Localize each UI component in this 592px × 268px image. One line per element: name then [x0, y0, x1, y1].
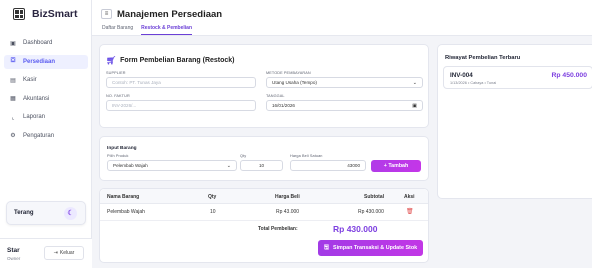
row-subtotal: Rp 430.000	[358, 209, 384, 215]
dashboard-icon: ▣	[10, 40, 16, 47]
sidebar-item-label: Laporan	[23, 114, 46, 120]
sidebar-item-akuntansi[interactable]: ▦ Akuntansi	[4, 92, 88, 106]
divider	[100, 220, 428, 221]
logout-icon: ⇥	[53, 250, 58, 256]
sidebar-item-label: Kasir	[23, 77, 37, 83]
brand[interactable]: BizSmart	[13, 8, 78, 20]
column-header: Subtotal	[364, 194, 384, 200]
table-header: Nama Barang Qty Harga Beli Subtotal Aksi	[100, 189, 428, 204]
invoice-placeholder: INV-2026/...	[112, 103, 137, 108]
row-item-name: Pelembab Wajah	[107, 209, 145, 215]
sidebar-item-pengaturan[interactable]: ⚙ Pengaturan	[4, 129, 88, 143]
supplier-placeholder: Contoh: PT. Tunas Jaya	[112, 80, 161, 85]
sidebar-item-persediaan[interactable]: ⛋ Persediaan	[4, 54, 88, 69]
date-input[interactable]: 16/01/2026 ▣	[266, 100, 423, 111]
invoice-label: NO. FAKTUR	[106, 94, 130, 98]
purchase-form-card: 🛒︎ Form Pembelian Barang (Restock) SUPPL…	[99, 44, 429, 128]
theme-label: Terang	[14, 210, 34, 216]
sidebar-item-kasir[interactable]: ▤ Kasir	[4, 73, 88, 87]
payment-method-value: Utang Usaha (Tempo)	[272, 80, 317, 85]
qty-label: Qty	[240, 154, 247, 158]
qty-input[interactable]: 10	[240, 160, 283, 171]
row-price: Rp 43.000	[276, 209, 300, 215]
items-table-card: Nama Barang Qty Harga Beli Subtotal Aksi…	[99, 188, 429, 263]
sidebar-nav: ▣ Dashboard ⛋ Persediaan ▤ Kasir ▦ Akunt…	[4, 36, 88, 147]
history-meta: 1/13/2026 • Cahaya • Tunai	[450, 81, 497, 85]
payment-method-select[interactable]: Utang Usaha (Tempo) ⌄	[266, 77, 423, 88]
history-amount: Rp 450.000	[551, 72, 587, 79]
gear-icon: ⚙	[10, 133, 16, 139]
date-label: TANGGAL	[266, 94, 285, 98]
column-header: Harga Beli	[275, 194, 300, 200]
save-icon: 🖫	[323, 245, 329, 251]
qty-value: 10	[258, 163, 265, 168]
page-title: Manajemen Persediaan	[117, 9, 223, 20]
chevron-down-icon: ⌄	[412, 79, 417, 86]
price-input[interactable]: 43000	[290, 160, 366, 171]
grid-logo-icon	[13, 8, 25, 20]
sidebar-item-label: Dashboard	[23, 40, 53, 46]
column-header: Qty	[208, 194, 217, 200]
add-item-button[interactable]: + Tambah	[371, 160, 421, 172]
user-name: Star	[7, 247, 20, 254]
chevron-down-icon: ⌄	[226, 162, 231, 169]
logout-button[interactable]: ⇥ Keluar	[44, 246, 84, 260]
tab-bar: Daftar Barang Restock & Pembelian	[102, 25, 192, 35]
sidebar-item-laporan[interactable]: ⌞ Laporan	[4, 110, 88, 124]
input-items-title: Input Barang	[107, 146, 137, 151]
column-header: Aksi	[404, 194, 415, 200]
form-title: 🛒︎ Form Pembelian Barang (Restock)	[106, 56, 235, 65]
save-transaction-label: Simpan Transaksi & Update Stok	[332, 245, 418, 251]
product-select[interactable]: Pelembab Wajah ⌄	[107, 160, 237, 171]
supplier-input[interactable]: Contoh: PT. Tunas Jaya	[106, 77, 256, 88]
form-title-text: Form Pembelian Barang (Restock)	[120, 57, 235, 64]
chart-icon: ⌞	[11, 114, 15, 121]
add-item-label: + Tambah	[383, 163, 409, 169]
history-title: Riwayat Pembelian Terbaru	[445, 55, 521, 61]
save-transaction-button[interactable]: 🖫 Simpan Transaksi & Update Stok	[318, 240, 423, 256]
user-role: Owner	[7, 256, 21, 261]
price-value: 43000	[347, 163, 360, 168]
sidebar: BizSmart ▣ Dashboard ⛋ Persediaan ▤ Kasi…	[0, 0, 92, 268]
tab-restock-pembelian[interactable]: Restock & Pembelian	[141, 25, 192, 35]
history-item[interactable]: INV-004 1/13/2026 • Cahaya • Tunai Rp 45…	[443, 66, 592, 89]
page-header: ≡ Manajemen Persediaan Daftar Barang Res…	[92, 0, 592, 36]
logout-label: Keluar	[59, 250, 75, 256]
invoice-input[interactable]: INV-2026/...	[106, 100, 256, 111]
total-value: Rp 430.000	[333, 224, 378, 234]
total-label: Total Pembelian:	[258, 226, 298, 232]
input-items-card: Input Barang Pilih Produk Pelembab Wajah…	[99, 136, 429, 181]
sidebar-item-label: Persediaan	[23, 58, 56, 65]
product-value: Pelembab Wajah	[113, 163, 148, 168]
date-value: 16/01/2026	[272, 103, 295, 108]
ledger-icon: ▦	[10, 96, 16, 102]
price-label: Harga Beli Satuan	[290, 154, 323, 158]
sidebar-item-label: Pengaturan	[23, 132, 55, 139]
theme-toggle[interactable]: Terang ☾	[6, 201, 86, 225]
column-header: Nama Barang	[107, 194, 140, 200]
tab-daftar-barang[interactable]: Daftar Barang	[102, 25, 133, 35]
user-card: Star Owner ⇥ Keluar	[0, 238, 92, 268]
row-qty: 10	[210, 209, 216, 215]
cart-icon: 🛒︎	[106, 56, 117, 65]
sidebar-item-label: Akuntansi	[23, 95, 50, 102]
supplier-label: SUPPLIER	[106, 71, 126, 75]
delete-row-icon[interactable]: 🗑︎	[406, 208, 414, 215]
history-invoice-id: INV-004	[450, 72, 473, 79]
brand-name: BizSmart	[32, 8, 78, 20]
cash-register-icon: ▤	[10, 77, 16, 84]
calendar-icon[interactable]: ▣	[412, 103, 417, 109]
box-icon: ⛋	[10, 58, 16, 64]
moon-icon[interactable]: ☾	[64, 206, 77, 220]
purchase-history-card: Riwayat Pembelian Terbaru INV-004 1/13/2…	[437, 44, 592, 199]
product-label: Pilih Produk	[107, 154, 129, 158]
menu-toggle-icon[interactable]: ≡	[101, 9, 112, 19]
sidebar-item-dashboard[interactable]: ▣ Dashboard	[4, 36, 88, 50]
payment-method-label: METODE PEMBAYARAN	[266, 71, 311, 75]
